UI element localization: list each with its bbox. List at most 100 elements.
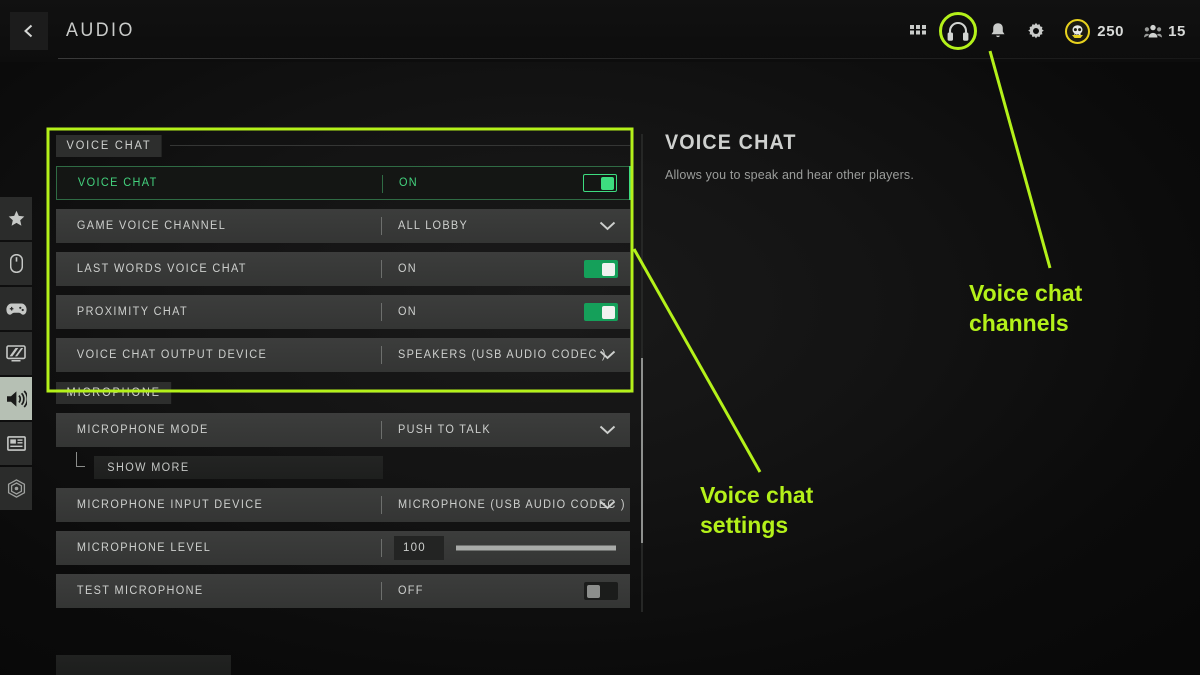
category-sidebar [0, 197, 32, 510]
controller-icon [5, 303, 27, 315]
row-divider [382, 175, 383, 193]
chevron-left-icon [24, 24, 33, 38]
sub-branch-bracket [76, 452, 85, 467]
page-title: AUDIO [66, 20, 135, 41]
chevron-down-icon[interactable] [599, 221, 616, 231]
annotation-leader-line-settings [632, 248, 762, 473]
row-divider [381, 539, 382, 557]
section-header-microphone: MICROPHONE [56, 381, 630, 404]
setting-value: ON [399, 177, 418, 189]
setting-value: SPEAKERS (USB AUDIO CODEC ) [398, 349, 607, 361]
setting-row-last-words-voice-chat[interactable]: LAST WORDS VOICE CHAT ON [56, 252, 630, 286]
toggle-knob [602, 305, 615, 319]
row-divider [381, 346, 382, 364]
player-count: 15 [1168, 22, 1186, 40]
toggle-proximity-chat[interactable] [584, 303, 618, 321]
player-count-indicator[interactable]: 15 [1144, 23, 1186, 40]
sidebar-item-general[interactable] [0, 197, 32, 240]
setting-value: ALL LOBBY [398, 220, 469, 232]
setting-row-microphone-input-device[interactable]: MICROPHONE INPUT DEVICE MICROPHONE (USB … [56, 488, 630, 522]
section-title: VOICE CHAT [56, 134, 163, 157]
show-more-label: SHOW MORE [107, 461, 190, 474]
scrollbar-thumb[interactable] [641, 358, 643, 543]
setting-row-proximity-chat[interactable]: PROXIMITY CHAT ON [56, 295, 630, 329]
currency-indicator[interactable]: 250 [1065, 18, 1125, 44]
layout-icon [6, 436, 26, 451]
setting-row-game-voice-channel[interactable]: GAME VOICE CHANNEL ALL LOBBY [56, 209, 630, 243]
setting-label: GAME VOICE CHANNEL [76, 220, 227, 232]
setting-label: LAST WORDS VOICE CHAT [76, 263, 247, 275]
bell-icon[interactable] [983, 16, 1013, 46]
setting-value: ON [398, 306, 417, 318]
toggle-test-microphone[interactable] [584, 582, 618, 600]
slider-fill [456, 545, 616, 551]
toggle-knob [601, 176, 614, 190]
section-title: MICROPHONE [56, 381, 172, 404]
setting-row-microphone-mode[interactable]: MICROPHONE MODE PUSH TO TALK [56, 413, 630, 447]
section-rule [170, 145, 630, 146]
star-icon [8, 210, 24, 226]
detail-description: Allows you to speak and hear other playe… [665, 168, 914, 182]
gear-icon[interactable] [1021, 16, 1051, 46]
top-bar: AUDIO 250 15 [0, 0, 1200, 62]
bottom-panel-stub [56, 655, 231, 675]
detail-title: VOICE CHAT [665, 131, 797, 154]
row-divider [381, 582, 382, 600]
setting-label: TEST MICROPHONE [76, 585, 204, 597]
skull-badge-icon [1065, 18, 1091, 44]
section-header-voice-chat: VOICE CHAT [56, 134, 630, 157]
setting-label: VOICE CHAT [77, 177, 158, 189]
setting-value: MICROPHONE (USB AUDIO CODEC ) [398, 499, 626, 511]
top-icon-bar: 250 15 [899, 0, 1186, 62]
setting-value: OFF [398, 585, 424, 597]
chevron-down-icon[interactable] [599, 425, 616, 435]
row-divider [381, 260, 382, 278]
annotation-voice-chat-channels: Voice chat channels [969, 280, 1083, 336]
monitor-icon [6, 345, 26, 362]
setting-value: ON [398, 263, 417, 275]
sidebar-item-interface[interactable] [0, 422, 32, 465]
squad-icon [1144, 24, 1163, 37]
audio-settings-screen: AUDIO 250 15 VOICE CHAT VOICE CHAT ON GA… [0, 0, 1200, 675]
setting-row-microphone-level[interactable]: MICROPHONE LEVEL 100 [56, 531, 630, 565]
setting-value: PUSH TO TALK [398, 424, 491, 436]
setting-row-voice-chat-output-device[interactable]: VOICE CHAT OUTPUT DEVICE SPEAKERS (USB A… [56, 338, 630, 372]
row-divider [381, 496, 382, 514]
sidebar-item-accessibility[interactable] [0, 467, 32, 510]
grid-menu-icon[interactable] [903, 16, 933, 46]
back-button[interactable] [10, 12, 48, 50]
setting-row-voice-chat[interactable]: VOICE CHAT ON [56, 166, 633, 200]
setting-row-show-more: SHOW MORE [56, 452, 630, 479]
sidebar-item-graphics[interactable] [0, 332, 32, 375]
sidebar-item-audio[interactable] [0, 377, 32, 420]
toggle-voice-chat[interactable] [583, 174, 617, 192]
toggle-knob [587, 584, 600, 598]
radar-icon [7, 479, 25, 498]
row-divider [381, 217, 382, 235]
setting-label: MICROPHONE MODE [76, 424, 209, 436]
sidebar-item-mouse[interactable] [0, 242, 32, 285]
setting-row-test-microphone[interactable]: TEST MICROPHONE OFF [56, 574, 630, 608]
settings-list: VOICE CHAT VOICE CHAT ON GAME VOICE CHAN… [56, 134, 633, 612]
row-divider [381, 303, 382, 321]
setting-label: MICROPHONE LEVEL [76, 542, 212, 554]
microphone-level-value: 100 [394, 536, 444, 560]
detail-panel: VOICE CHAT Allows you to speak and hear … [665, 131, 1165, 182]
speaker-icon [6, 389, 27, 408]
chevron-down-icon[interactable] [599, 500, 616, 510]
microphone-level-slider[interactable] [456, 545, 616, 551]
sidebar-item-controller[interactable] [0, 287, 32, 330]
setting-label: PROXIMITY CHAT [76, 306, 189, 318]
headset-icon[interactable] [939, 12, 978, 50]
mouse-icon [9, 254, 23, 273]
setting-value: 100 [403, 542, 426, 554]
row-divider [381, 421, 382, 439]
toggle-last-words-voice-chat[interactable] [584, 260, 618, 278]
chevron-down-icon[interactable] [599, 350, 616, 360]
toggle-knob [602, 262, 615, 276]
section-rule [180, 392, 630, 393]
show-more-button[interactable]: SHOW MORE [94, 456, 383, 479]
currency-amount: 250 [1097, 22, 1125, 40]
annotation-voice-chat-settings: Voice chat settings [700, 482, 814, 538]
setting-label: VOICE CHAT OUTPUT DEVICE [76, 349, 268, 361]
